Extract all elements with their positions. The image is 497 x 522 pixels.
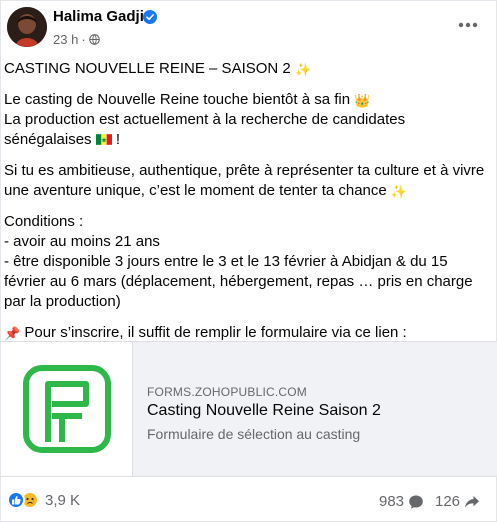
reaction-count: 3,9 K xyxy=(45,491,81,509)
post-footer: 3,9 K 983 126 xyxy=(1,485,497,517)
author-name[interactable]: Halima Gadji xyxy=(53,8,144,25)
pushpin-icon: 📌 xyxy=(4,326,21,341)
post-meta: 23 h · xyxy=(53,32,100,47)
paragraph-line: La production est actuellement à la rech… xyxy=(4,111,406,128)
share-icon xyxy=(465,495,480,508)
senegal-flag-icon xyxy=(95,134,112,145)
link-domain: FORMS.ZOHOPUBLIC.COM xyxy=(147,385,308,399)
signup-text: Pour s’inscrire, il suffit de remplir le… xyxy=(24,324,407,341)
paragraph-signup: 📌 Pour s’inscrire, il suffit de remplir … xyxy=(4,323,490,343)
condition-item: par la production) xyxy=(4,293,121,310)
link-title[interactable]: Casting Nouvelle Reine Saison 2 xyxy=(147,402,381,420)
paragraph-line: sénégalaises ! xyxy=(4,130,490,150)
reactions-summary[interactable]: 3,9 K xyxy=(7,491,80,509)
paragraph-text: Le casting de Nouvelle Reine touche bien… xyxy=(4,91,351,108)
comments-count[interactable]: 983 xyxy=(379,493,424,510)
condition-item: - être disponible 3 jours entre le 3 et … xyxy=(4,253,448,270)
zoho-forms-logo-icon xyxy=(22,365,111,453)
link-preview-card[interactable]: FORMS.ZOHOPUBLIC.COM Casting Nouvelle Re… xyxy=(1,341,497,477)
shares-count[interactable]: 126 xyxy=(435,493,480,510)
paragraph-line: Si tu es ambitieuse, authentique, prête … xyxy=(4,162,485,179)
condition-item: - avoir au moins 21 ans xyxy=(4,233,160,250)
post-title-line: CASTING NOUVELLE REINE – SAISON 2 ✨ xyxy=(4,59,490,79)
post-header: Halima Gadji 23 h · xyxy=(1,1,497,57)
post-timestamp[interactable]: 23 h xyxy=(53,32,78,47)
comment-count-value: 983 xyxy=(379,493,405,510)
comment-icon xyxy=(409,495,423,509)
meta-separator: · xyxy=(81,32,86,47)
like-reaction-icon xyxy=(7,491,25,509)
paragraph-invitation: Si tu es ambitieuse, authentique, prête … xyxy=(4,161,490,201)
paragraph-announcement: Le casting de Nouvelle Reine touche bien… xyxy=(4,90,490,150)
post-title: CASTING NOUVELLE REINE – SAISON 2 xyxy=(4,60,291,77)
link-thumbnail[interactable] xyxy=(1,342,133,476)
author-avatar[interactable] xyxy=(7,7,47,47)
paragraph-conditions: Conditions : - avoir au moins 21 ans - ê… xyxy=(4,212,490,312)
paragraph-text: une aventure unique, c’est le moment de … xyxy=(4,182,387,199)
more-options-button[interactable] xyxy=(454,13,482,37)
paragraph-line: Le casting de Nouvelle Reine touche bien… xyxy=(4,90,490,110)
conditions-heading: Conditions : xyxy=(4,213,84,230)
post-card: Halima Gadji 23 h · CASTING NOUVELLE REI… xyxy=(0,0,497,522)
post-text: CASTING NOUVELLE REINE – SAISON 2 ✨ Le c… xyxy=(4,59,490,343)
condition-item: février au 6 mars (déplacement, hébergem… xyxy=(4,273,473,290)
crown-icon: 👑 xyxy=(354,93,371,108)
paragraph-text: sénégalaises xyxy=(4,131,92,148)
paragraph-line: une aventure unique, c’est le moment de … xyxy=(4,181,490,201)
ellipsis-icon xyxy=(458,22,478,28)
sparkles-icon: ✨ xyxy=(294,62,312,77)
verified-badge-icon xyxy=(143,10,157,24)
paragraph-text: ! xyxy=(115,131,121,148)
sparkles-icon: ✨ xyxy=(390,184,408,199)
globe-icon[interactable] xyxy=(88,34,100,45)
share-count-value: 126 xyxy=(435,493,461,510)
link-description: Formulaire de sélection au casting xyxy=(147,426,361,442)
